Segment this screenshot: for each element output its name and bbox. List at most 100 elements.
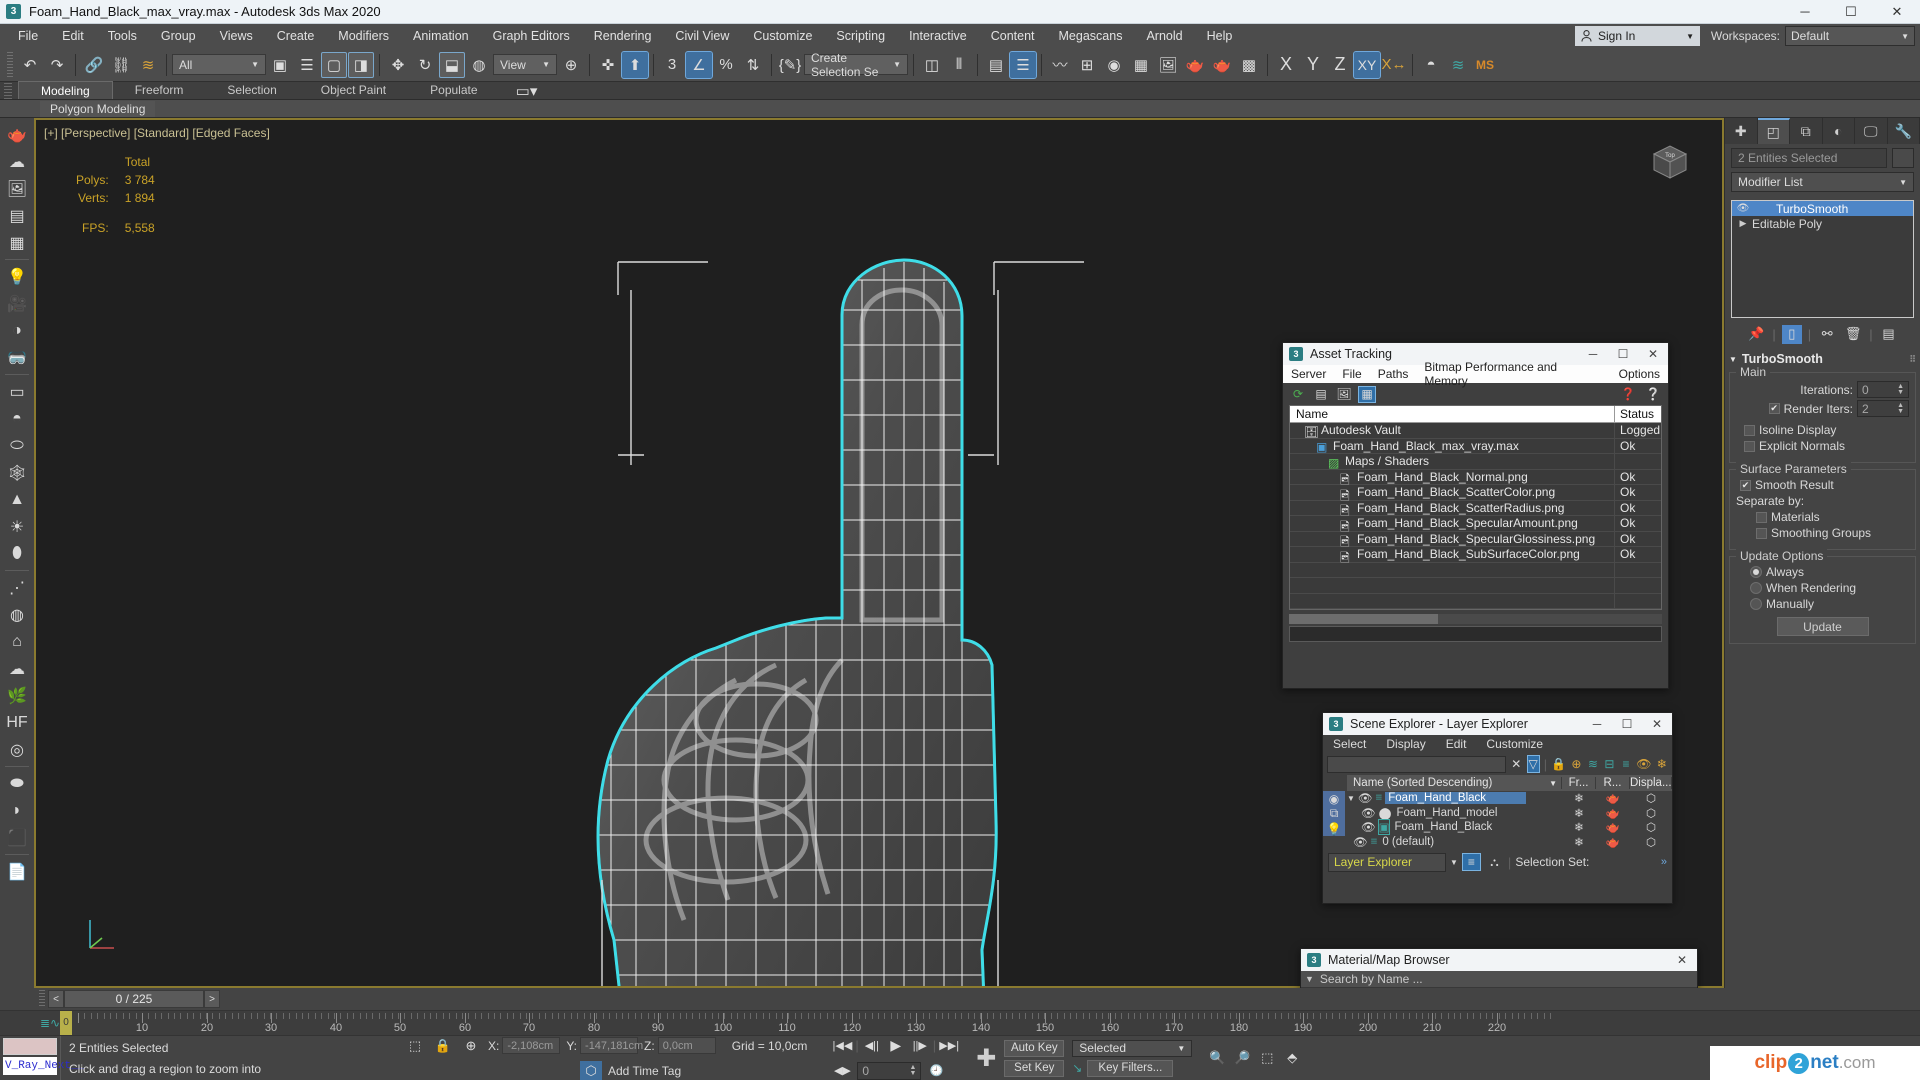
key-mode-toggle-icon[interactable]: ◀▶	[831, 1061, 853, 1080]
renderable-icon[interactable]: 🫖	[1596, 820, 1630, 834]
notes-icon[interactable]: 📄	[3, 859, 31, 884]
column-render[interactable]: R...	[1596, 777, 1630, 789]
column-name[interactable]: Name	[1290, 406, 1615, 422]
snaps-3d-icon[interactable]: 3	[659, 52, 685, 78]
material-picker-icon[interactable]: ◗	[3, 798, 31, 823]
render-iterative-icon[interactable]: 🫖	[1209, 52, 1235, 78]
snap-toggle-icon[interactable]: ⬆	[621, 50, 649, 79]
align-icon[interactable]: ⫴	[946, 52, 972, 78]
overflow-icon[interactable]: »	[1661, 856, 1667, 868]
cone-primitive-icon[interactable]: ▲	[3, 487, 31, 512]
ribbon-grip[interactable]	[4, 83, 12, 99]
key-filters-button[interactable]: Key Filters...	[1087, 1059, 1174, 1077]
mirror-icon[interactable]: ◫	[919, 52, 945, 78]
previous-frame-icon[interactable]: ◀||	[861, 1036, 883, 1056]
menu-bitmap-performance[interactable]: Bitmap Performance and Memory	[1416, 360, 1610, 388]
column-name[interactable]: Name (Sorted Descending) ▼	[1347, 777, 1562, 789]
eye-icon[interactable]: 👁	[1734, 203, 1752, 214]
standard-primitives-icon[interactable]: 🫖	[3, 122, 31, 147]
megascans-bridge-icon[interactable]: ≋	[1445, 52, 1471, 78]
scene-explorer-title-bar[interactable]: 3 Scene Explorer - Layer Explorer ─ ☐ ✕	[1323, 713, 1672, 735]
explorer-mode-field[interactable]: Layer Explorer	[1328, 852, 1446, 872]
next-frame-icon[interactable]: ||▶	[909, 1036, 931, 1056]
scene-converter-icon[interactable]: ◓	[1418, 52, 1444, 78]
eye-icon[interactable]: 👁	[1358, 791, 1373, 805]
drag-handle-icon[interactable]: ⠿	[1909, 354, 1916, 365]
pin-stack-icon[interactable]: 📌	[1746, 325, 1766, 344]
remove-modifier-icon[interactable]: 🗑	[1843, 325, 1863, 344]
display-icon[interactable]: ⬡	[1630, 820, 1672, 834]
workspace-select[interactable]: Default ▼	[1785, 26, 1915, 46]
sun-icon[interactable]: ☀	[3, 514, 31, 539]
particles-icon[interactable]: ⋰	[3, 575, 31, 600]
smoothing-groups-checkbox[interactable]	[1756, 527, 1767, 539]
ribbon-tab-modeling[interactable]: Modeling	[18, 81, 113, 99]
percent-snap-icon[interactable]: %	[713, 52, 739, 78]
frozen-icon[interactable]: ❄	[1562, 835, 1596, 849]
add-selection-to-layer-icon[interactable]: ≋	[1587, 755, 1600, 773]
reference-coordinate-combo[interactable]: View ▼	[493, 54, 557, 75]
column-frozen[interactable]: Fr...	[1562, 777, 1596, 789]
y-value[interactable]: -147,181cm	[580, 1037, 643, 1054]
hide-unhide-icon[interactable]: 👁	[1636, 755, 1651, 773]
refresh-icon[interactable]: ⟳	[1289, 386, 1307, 403]
horizontal-scrollbar[interactable]	[1289, 614, 1662, 624]
scene-explorer-mode-icon[interactable]: ⛬	[1485, 853, 1504, 871]
search-input[interactable]	[1327, 755, 1506, 773]
table-row[interactable]: ▨ Maps / Shaders	[1290, 454, 1661, 470]
column-status[interactable]: Status	[1615, 406, 1661, 422]
menu-options[interactable]: Options	[1611, 367, 1668, 381]
zoom-icon[interactable]: 🔍	[1206, 1048, 1228, 1068]
explicit-normals-checkbox[interactable]	[1744, 440, 1755, 452]
help-icon[interactable]: ❔	[1644, 386, 1662, 403]
list-view-icon[interactable]: ▤	[1312, 386, 1330, 403]
window-crossing-icon[interactable]: ◨	[348, 51, 374, 78]
lock-icon[interactable]: 🔒	[1551, 755, 1566, 773]
tab-modify[interactable]: ◰	[1757, 118, 1790, 144]
select-layer-children-icon[interactable]: ⊟	[1603, 755, 1616, 773]
update-when-rendering-radio[interactable]	[1750, 582, 1762, 594]
chevron-down-icon[interactable]: ▼	[1305, 974, 1314, 984]
object-name-field[interactable]: 2 Entities Selected	[1731, 148, 1887, 168]
bind-to-space-warp-icon[interactable]: ≋	[135, 52, 161, 78]
teapot-wire-icon[interactable]: 🕸	[3, 460, 31, 485]
iterations-spinner[interactable]: 0 ▲ ▼	[1857, 381, 1909, 398]
minimize-button[interactable]: ─	[1782, 0, 1828, 24]
display-icon[interactable]: ⬡	[1630, 835, 1672, 849]
modifier-stack[interactable]: 👁 TurboSmooth ▶ Editable Poly	[1731, 200, 1914, 318]
light-lister-icon[interactable]: 💡	[3, 264, 31, 289]
spinner-arrows-icon[interactable]: ▲ ▼	[909, 1064, 916, 1077]
object-color-swatch[interactable]	[1892, 148, 1914, 168]
chevron-right-icon[interactable]: ▶	[1734, 218, 1752, 229]
mirror-axis-icon[interactable]: X↔	[1381, 52, 1407, 78]
update-button[interactable]: Update	[1776, 617, 1869, 636]
material-sphere-icon[interactable]: ⬬	[3, 771, 31, 796]
table-row[interactable]: 🖻 Foam_Hand_Black_SpecularAmount.png Ok	[1290, 516, 1661, 534]
scene-explorer-icon[interactable]: ☰	[1009, 50, 1037, 79]
minimize-button[interactable]: ─	[1582, 713, 1612, 735]
angle-snap-icon[interactable]: ∠	[685, 50, 713, 79]
menu-group[interactable]: Group	[149, 24, 208, 48]
display-icon[interactable]: ⬡	[1630, 791, 1672, 805]
menu-edit[interactable]: Edit	[50, 24, 96, 48]
renderable-icon[interactable]: 🫖	[1596, 791, 1630, 805]
list-item[interactable]: 👁 ⬤ Foam_Hand_model ❄ 🫖 ⬡	[1347, 806, 1672, 821]
eye-icon[interactable]: 👁	[1361, 820, 1376, 834]
set-key-mode-icon[interactable]: ✚	[976, 1044, 996, 1073]
close-button[interactable]: ✕	[1638, 343, 1668, 365]
maximize-button[interactable]: ☐	[1608, 343, 1638, 365]
menu-graph-editors[interactable]: Graph Editors	[481, 24, 582, 48]
maximize-button[interactable]: ☐	[1612, 713, 1642, 735]
table-row[interactable]: 🖻 Foam_Hand_Black_ScatterRadius.png Ok	[1290, 500, 1661, 518]
table-row[interactable]: 🖻 Foam_Hand_Black_SpecularGlossiness.png…	[1290, 531, 1661, 549]
material-editor-icon[interactable]: ◉	[1101, 52, 1127, 78]
track-bar[interactable]: ≣∿ 0 10 20 30 40 50 60 70 80 90 100 110 120 130 140 15…	[0, 1010, 1920, 1036]
select-mode-icon[interactable]: ◉	[1323, 791, 1345, 806]
hair-farm-icon[interactable]: HF	[3, 710, 31, 735]
display-icon[interactable]: ⬡	[1630, 806, 1672, 820]
coord-x[interactable]: X: -2,108cm	[488, 1037, 561, 1054]
modifier-list-dropdown[interactable]: Modifier List ▼	[1731, 172, 1914, 192]
menu-civil-view[interactable]: Civil View	[663, 24, 741, 48]
menu-customize[interactable]: Customize	[741, 24, 824, 48]
menu-tools[interactable]: Tools	[96, 24, 149, 48]
